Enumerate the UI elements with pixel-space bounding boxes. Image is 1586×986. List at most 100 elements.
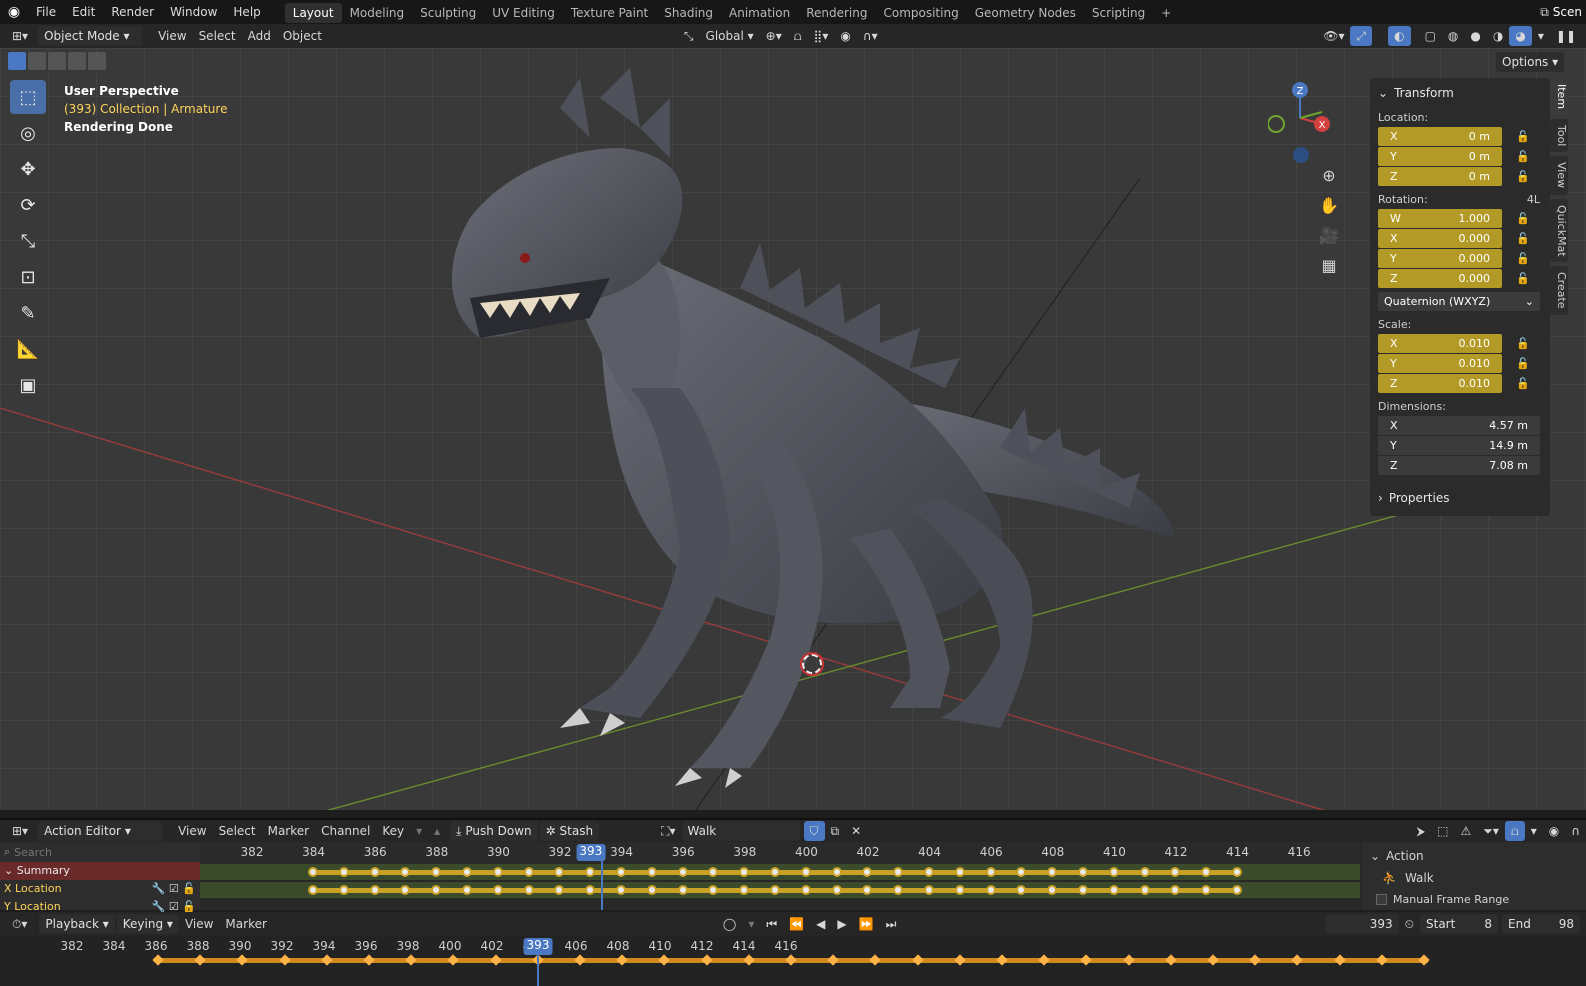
wrench-icon[interactable]: 🔧 [152,882,166,895]
timeline-editor-icon[interactable]: ⏱▾ [6,914,33,934]
layer-down-icon[interactable]: ▾ [410,821,428,841]
keying-menu[interactable]: Keying ▾ [116,914,179,934]
keyframe-point[interactable] [646,867,657,877]
snap-icon[interactable]: ⩍ [788,26,808,46]
measure-icon[interactable]: 📐 [10,332,46,366]
tab-uv-editing[interactable]: UV Editing [484,3,563,23]
lock-icon[interactable]: 🔓 [1516,357,1532,370]
tab-scripting[interactable]: Scripting [1084,3,1153,23]
keyframe-diamond[interactable] [1249,954,1261,966]
rotation-y-field[interactable]: Y 0.000 [1378,249,1502,268]
search-input[interactable]: Search [14,846,196,859]
menu-view[interactable]: View [152,26,192,46]
shading-options-icon[interactable]: ▾ [1532,26,1550,46]
lock-icon[interactable]: 🔓 [1516,272,1532,285]
3d-viewport[interactable]: User Perspective (393) Collection | Arma… [0,48,1586,810]
auto-snap-icon[interactable]: ⩍ [1504,821,1525,841]
keyframe-point[interactable] [369,885,380,895]
side-action-name[interactable]: Walk [1405,871,1434,885]
lock-icon[interactable]: 🔓 [182,882,196,895]
keyframe-point[interactable] [308,885,318,895]
cursor-icon[interactable]: ◎ [10,116,46,150]
keyframe-diamond[interactable] [152,954,164,966]
pan-hand-icon[interactable]: ✋ [1318,196,1340,226]
keyframe-point[interactable] [1108,867,1119,877]
rendered-shading-icon[interactable]: ◕ [1509,26,1532,46]
camera-view-icon[interactable]: 🎥 [1318,226,1340,256]
keyframe-diamond[interactable] [1333,954,1346,966]
tab-layout[interactable]: Layout [284,3,342,23]
keyframe-point[interactable] [1170,885,1181,895]
keyframe-diamond[interactable] [700,954,713,966]
only-selected-icon[interactable]: ⮞ [1410,821,1431,841]
keyframe-point[interactable] [1232,867,1242,877]
keyframe-point[interactable] [1016,867,1027,877]
editor-type-icon[interactable]: ⊞▾ [6,26,34,46]
dimension-z-field[interactable]: Z 7.08 m [1378,456,1540,475]
keyframe-diamond[interactable] [1291,954,1304,966]
rotate-icon[interactable]: ⟳ [10,188,46,222]
solid-shading-icon[interactable]: ● [1464,26,1486,46]
lock-icon[interactable]: 🔓 [1516,212,1532,225]
duplicate-action-icon[interactable]: ⧉ [825,821,846,841]
keyframe-point[interactable] [924,885,934,895]
keyframe-point[interactable] [800,867,811,877]
keyframe-point[interactable] [954,867,965,877]
action-header[interactable]: ⌄ Action [1370,846,1578,866]
ortho-grid-icon[interactable]: ▦ [1318,256,1340,286]
rotation-w-field[interactable]: W 1.000 [1378,209,1502,228]
scale-icon[interactable]: ⤡ [10,224,46,258]
keyframe-row-x[interactable] [200,864,1360,880]
lock-icon[interactable]: 🔓 [1516,130,1532,143]
keyframe-point[interactable] [677,885,688,895]
keyframe-point[interactable] [646,885,657,895]
keyframe-diamond[interactable] [996,954,1008,966]
transform-header[interactable]: ⌄ Transform [1378,82,1542,104]
proportional-edit-icon[interactable]: ◉ [1543,821,1565,841]
keyframe-diamond[interactable] [236,954,249,966]
keyframe-diamond[interactable] [363,954,375,966]
3d-cursor-icon[interactable] [800,652,824,676]
snap-dropdown-icon[interactable]: ▾ [1525,821,1543,841]
menu-view[interactable]: View [179,914,219,934]
scale-z-field[interactable]: Z 0.010 [1378,374,1502,393]
keyframe-point[interactable] [431,867,442,877]
keyframe-row-y[interactable] [200,882,1360,898]
falloff-curve-icon[interactable]: ∩ [1565,821,1586,841]
keyframe-diamond[interactable] [1207,954,1219,966]
location-y-field[interactable]: Y 0 m [1378,147,1502,166]
wireframe-shading-icon[interactable]: ◍ [1442,26,1464,46]
keyframe-point[interactable] [1108,885,1119,895]
keyframe-point[interactable] [1047,885,1058,895]
menu-add[interactable]: Add [242,26,277,46]
keyframe-point[interactable] [677,867,688,877]
lock-icon[interactable]: 🔓 [1516,150,1532,163]
keyframe-point[interactable] [585,867,596,877]
orientation-icon[interactable]: ⤡ [678,26,700,46]
timeline-keyframes[interactable] [0,936,1586,986]
menu-edit[interactable]: Edit [64,0,103,24]
tab-view[interactable]: View [1550,156,1568,195]
lock-icon[interactable]: 🔓 [1516,377,1532,390]
pause-icon[interactable]: ❚❚ [1550,26,1582,46]
transform-icon[interactable]: ⊡ [10,260,46,294]
jump-start-icon[interactable]: ⏮ [760,914,783,934]
keyframe-diamond[interactable] [1376,954,1388,966]
keyframe-point[interactable] [1078,885,1088,895]
keyframe-diamond[interactable] [1122,954,1135,966]
keyframe-point[interactable] [400,867,411,877]
scene-icon[interactable]: ⧉ [1536,5,1553,20]
tab-texture-paint[interactable]: Texture Paint [563,3,656,23]
visibility-icon[interactable]: 👁▾ [1317,26,1350,46]
keyframe-diamond[interactable] [574,954,586,966]
location-x-field[interactable]: X 0 m [1378,127,1502,146]
clock-icon[interactable]: ⏲ [1399,914,1420,934]
keyframe-point[interactable] [338,885,349,895]
keyframe-point[interactable] [831,885,842,895]
keyframe-diamond[interactable] [194,954,206,966]
keyframe-point[interactable] [708,885,719,895]
keyframe-diamond[interactable] [869,954,882,966]
show-hidden-icon[interactable]: ⬚ [1431,821,1454,841]
dimension-y-field[interactable]: Y 14.9 m [1378,436,1540,455]
lock-icon[interactable]: 🔓 [1516,337,1532,350]
